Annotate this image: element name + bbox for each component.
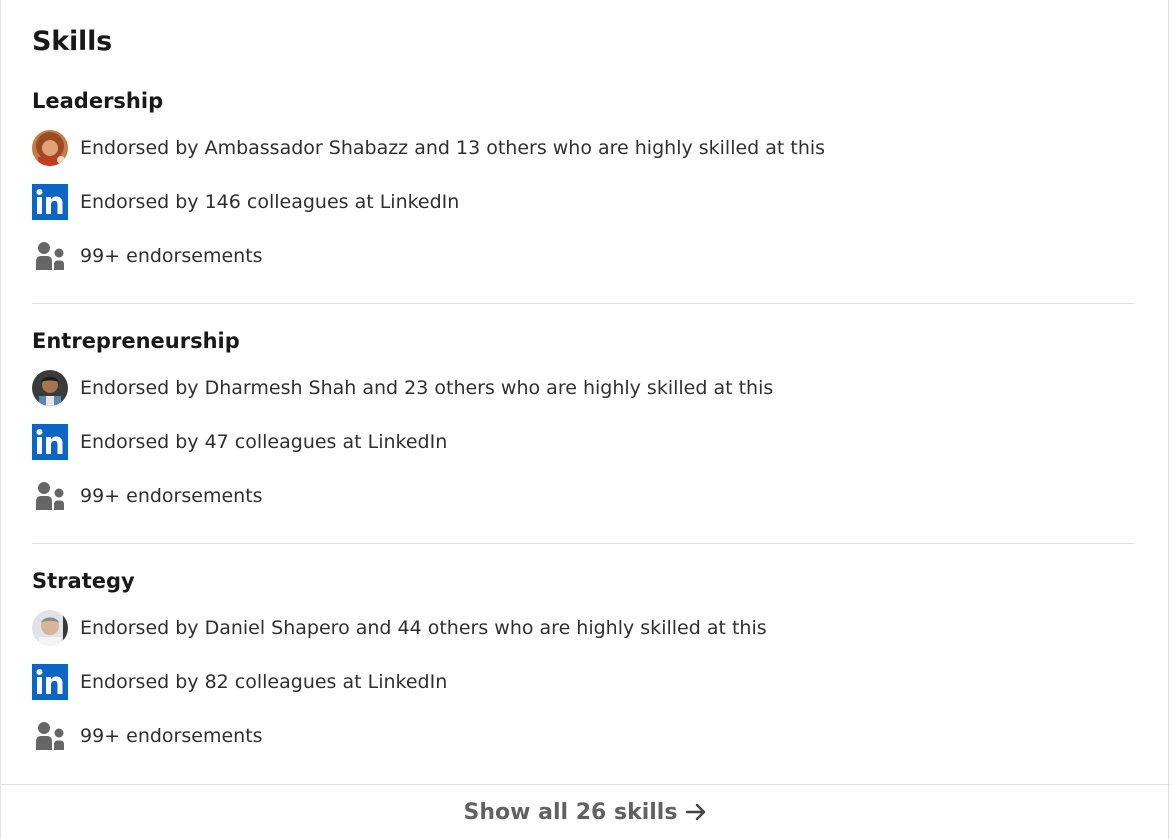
endorser-row[interactable]: Endorsed by Dharmesh Shah and 23 others …	[32, 370, 1134, 406]
linkedin-logo-icon	[32, 184, 68, 220]
colleagues-row: Endorsed by 146 colleagues at LinkedIn	[32, 184, 1134, 220]
avatar[interactable]	[32, 370, 68, 406]
avatar[interactable]	[32, 610, 68, 646]
endorsement-count-row[interactable]: 99+ endorsements	[32, 478, 1134, 514]
skill-name[interactable]: Entrepreneurship	[32, 326, 1134, 356]
arrow-right-icon	[686, 803, 706, 821]
skill-item-leadership: Leadership Endorsed by Ambassador Shabaz…	[32, 86, 1134, 274]
linkedin-logo-icon	[32, 424, 68, 460]
endorsement-count-row[interactable]: 99+ endorsements	[32, 238, 1134, 274]
endorser-row[interactable]: Endorsed by Daniel Shapero and 44 others…	[32, 610, 1134, 646]
people-icon	[36, 242, 64, 270]
linkedin-logo-icon	[32, 664, 68, 700]
show-all-label: Show all 26 skills	[463, 799, 678, 825]
skill-item-strategy: Strategy Endorsed by Daniel Shapero and …	[32, 566, 1134, 754]
skill-name[interactable]: Strategy	[32, 566, 1134, 596]
colleagues-text: Endorsed by 146 colleagues at LinkedIn	[80, 191, 460, 213]
skill-item-entrepreneurship: Entrepreneurship Endorsed by Dharmesh Sh…	[32, 326, 1134, 514]
people-icon	[36, 722, 64, 750]
endorsement-count-text: 99+ endorsements	[80, 485, 263, 507]
skill-name[interactable]: Leadership	[32, 86, 1134, 116]
colleagues-row: Endorsed by 82 colleagues at LinkedIn	[32, 664, 1134, 700]
colleagues-text: Endorsed by 82 colleagues at LinkedIn	[80, 671, 448, 693]
section-title: Skills	[32, 26, 113, 57]
endorser-text: Endorsed by Ambassador Shabazz and 13 ot…	[80, 137, 826, 159]
avatar[interactable]	[32, 130, 68, 166]
endorser-text: Endorsed by Dharmesh Shah and 23 others …	[80, 377, 774, 399]
skills-card: Skills Leadership Endorsed by Ambassador…	[0, 0, 1170, 839]
endorser-row[interactable]: Endorsed by Ambassador Shabazz and 13 ot…	[32, 130, 1134, 166]
endorser-text: Endorsed by Daniel Shapero and 44 others…	[80, 617, 767, 639]
colleagues-text: Endorsed by 47 colleagues at LinkedIn	[80, 431, 448, 453]
show-all-skills-button[interactable]: Show all 26 skills	[1, 784, 1170, 839]
colleagues-row: Endorsed by 47 colleagues at LinkedIn	[32, 424, 1134, 460]
endorsement-count-text: 99+ endorsements	[80, 725, 263, 747]
divider	[32, 303, 1134, 304]
people-icon	[36, 482, 64, 510]
endorsement-count-row[interactable]: 99+ endorsements	[32, 718, 1134, 754]
endorsement-count-text: 99+ endorsements	[80, 245, 263, 267]
divider	[32, 543, 1134, 544]
